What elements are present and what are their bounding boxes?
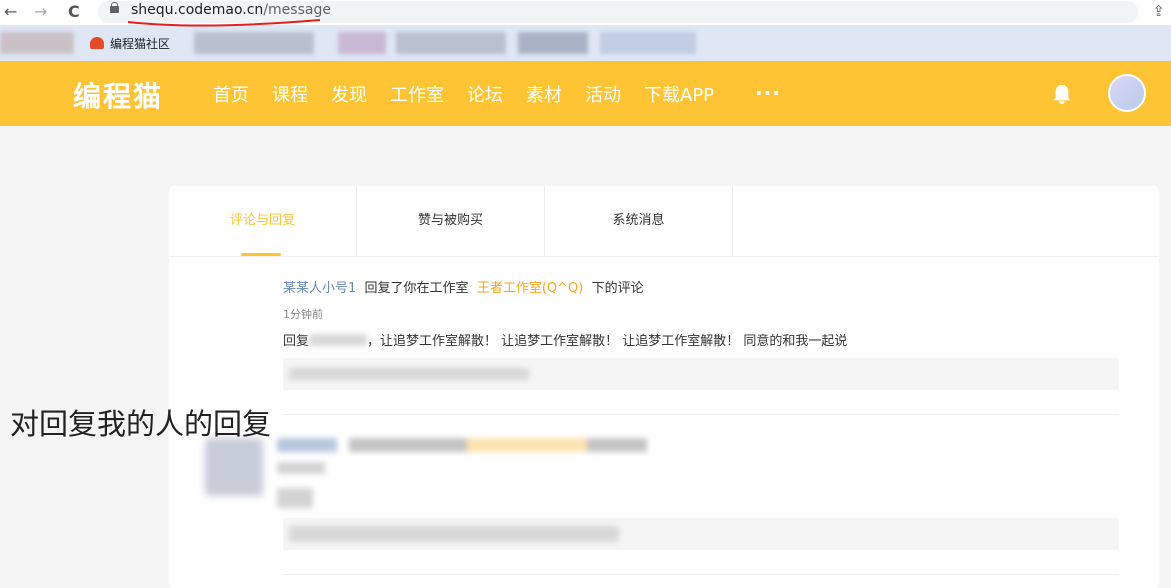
message-studio-link[interactable]: 王者工作室(Q^Q) — [477, 281, 584, 296]
share-icon[interactable]: ⇪ — [1152, 2, 1165, 20]
message-body: 回复 ，让追梦工作室解散！ 让追梦工作室解散！ 让追梦工作室解散！ 同意的和我一起… — [283, 330, 847, 349]
message-tabs: 评论与回复 赞与被购买 系统消息 — [169, 186, 1159, 257]
divider — [283, 574, 1119, 575]
nav-home[interactable]: 首页 — [213, 81, 249, 107]
tab-comments-replies[interactable]: 评论与回复 — [169, 186, 357, 256]
nav-studio[interactable]: 工作室 — [390, 81, 444, 107]
blurred-message-header — [277, 438, 647, 452]
blurred-name — [309, 334, 368, 346]
user-avatar[interactable] — [1108, 74, 1146, 112]
main-nav: 首页 课程 发现 工作室 论坛 素材 活动 下载APP — [213, 81, 737, 107]
back-icon[interactable]: ← — [4, 2, 17, 22]
reply-prefix: 回复 — [283, 334, 310, 349]
bell-icon[interactable] — [1051, 83, 1073, 105]
url-path: /message — [263, 2, 331, 18]
message-header: 某某人小号1 回复了你在工作室 王者工作室(Q^Q) 下的评论 — [283, 277, 644, 296]
more-icon[interactable]: ··· — [755, 81, 781, 105]
site-logo[interactable]: 编程猫 — [73, 75, 163, 115]
blurred-time — [277, 462, 325, 474]
nav-activities[interactable]: 活动 — [585, 81, 621, 107]
nav-courses[interactable]: 课程 — [272, 81, 308, 107]
annotation-text: 对回复我的人的回复 — [10, 407, 272, 441]
url-domain: shequ.codemao.cn — [131, 2, 264, 18]
blurred-bookmark[interactable] — [396, 32, 506, 54]
nav-forum[interactable]: 论坛 — [467, 81, 503, 107]
divider — [283, 414, 1119, 415]
blurred-bookmark[interactable] — [600, 32, 696, 54]
reload-icon[interactable]: C — [68, 2, 80, 22]
message-card: 评论与回复 赞与被购买 系统消息 某某人小号1 回复了你在工作室 王者工作室(Q… — [169, 186, 1159, 588]
bookmarks-bar: 编程猫社区 — [0, 25, 1171, 61]
blurred-body — [277, 488, 313, 508]
message-time: 1分钟前 — [283, 308, 323, 321]
nav-materials[interactable]: 素材 — [526, 81, 562, 107]
message-username[interactable]: 某某人小号1 — [283, 281, 356, 296]
blurred-quote-box — [283, 518, 1119, 550]
url-text[interactable]: shequ.codemao.cn/message — [131, 2, 331, 18]
blurred-quote — [289, 526, 619, 542]
lock-icon — [110, 2, 119, 13]
nav-discover[interactable]: 发现 — [331, 81, 367, 107]
nav-download-app[interactable]: 下载APP — [644, 81, 714, 107]
quoted-reply — [283, 358, 1119, 390]
blurred-quote — [289, 368, 529, 380]
message-action: 回复了你在工作室 — [364, 281, 469, 296]
forward-icon[interactable]: → — [34, 2, 47, 22]
blurred-avatar[interactable] — [205, 438, 263, 496]
blurred-bookmark[interactable] — [338, 32, 386, 54]
bookmark-label: 编程猫社区 — [110, 37, 171, 51]
site-header: 编程猫 首页 课程 发现 工作室 论坛 素材 活动 下载APP ··· — [0, 61, 1171, 126]
tab-likes-purchases[interactable]: 赞与被购买 — [357, 186, 545, 256]
codemao-icon — [90, 37, 104, 49]
blurred-bookmark[interactable] — [194, 32, 314, 54]
reply-text: ，让追梦工作室解散！ 让追梦工作室解散！ 让追梦工作室解散！ 同意的和我一起说 — [367, 334, 848, 349]
tab-system-messages[interactable]: 系统消息 — [545, 186, 733, 256]
bookmark-codemao[interactable]: 编程猫社区 — [90, 35, 170, 52]
message-suffix: 下的评论 — [591, 281, 644, 296]
blurred-bookmark[interactable] — [518, 32, 588, 54]
browser-address-bar: ← → C shequ.codemao.cn/message ⇪ — [0, 0, 1171, 25]
blurred-bookmark[interactable] — [0, 32, 74, 54]
